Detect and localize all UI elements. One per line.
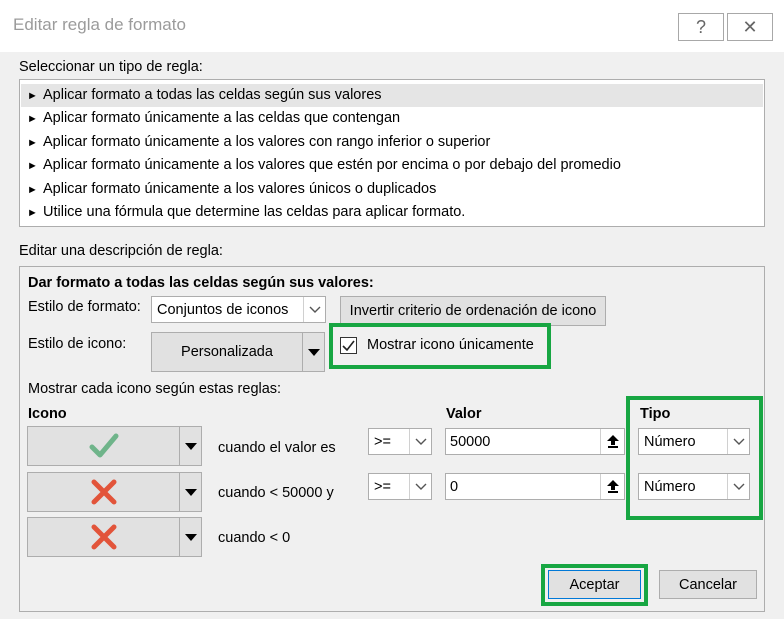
description-heading: Editar una descripción de regla: xyxy=(19,243,223,259)
caret-down-icon xyxy=(179,427,201,465)
operator-select-row-1[interactable]: >= xyxy=(368,428,432,455)
format-style-label: Estilo de formato: xyxy=(28,299,141,315)
condition-row-3: cuando < 0 xyxy=(218,530,291,546)
icon-style-select[interactable]: Personalizada xyxy=(151,332,325,372)
chevron-down-icon xyxy=(409,429,431,454)
icon-select-row-2[interactable] xyxy=(27,472,202,512)
rule-type-heading: Seleccionar un tipo de regla: xyxy=(19,59,203,75)
close-icon: ✕ xyxy=(742,16,758,37)
chevron-down-icon xyxy=(303,297,325,322)
caret-down-icon xyxy=(179,473,201,511)
rule-type-item-label: Aplicar formato a todas las celdas según… xyxy=(43,87,382,103)
rule-type-item-label: Aplicar formato únicamente a los valores… xyxy=(43,157,621,173)
ok-button[interactable]: Aceptar xyxy=(548,570,641,599)
operator-select-row-2[interactable]: >= xyxy=(368,473,432,500)
window-title: Editar regla de formato xyxy=(13,15,186,34)
icon-style-label: Estilo de icono: xyxy=(28,336,127,352)
condition-row-1: cuando el valor es xyxy=(218,440,336,456)
chevron-down-icon xyxy=(727,474,749,499)
value-input-row-2[interactable]: 0 xyxy=(445,473,625,500)
show-icon-only-label: Mostrar icono únicamente xyxy=(367,337,534,353)
type-select-row-1[interactable]: Número xyxy=(638,428,750,455)
caret-down-icon xyxy=(302,333,324,371)
red-x-icon xyxy=(91,479,116,505)
operator-value: >= xyxy=(374,478,391,495)
condition-row-2: cuando < 50000 y xyxy=(218,485,334,501)
arrow-right-icon: ► xyxy=(27,90,38,102)
reverse-icon-order-button[interactable]: Invertir criterio de ordenación de icono xyxy=(340,296,606,326)
rule-type-item[interactable]: ► Aplicar formato únicamente a los valore… xyxy=(21,131,763,154)
icon-select-row-1[interactable] xyxy=(27,426,202,466)
red-x-icon xyxy=(91,524,116,550)
arrow-right-icon: ► xyxy=(27,137,38,149)
rule-type-item-label: Aplicar formato únicamente a los valores… xyxy=(43,181,437,197)
rule-type-item-label: Utilice una fórmula que determine las ce… xyxy=(43,204,466,220)
help-button[interactable]: ? xyxy=(678,13,724,41)
value-text: 0 xyxy=(450,478,459,495)
rule-type-item[interactable]: ► Aplicar formato a todas las celdas segú… xyxy=(21,84,763,107)
format-style-value: Conjuntos de iconos xyxy=(157,301,289,318)
arrow-right-icon: ► xyxy=(27,160,38,172)
range-select-icon[interactable] xyxy=(600,429,624,454)
green-check-icon xyxy=(89,433,118,458)
arrow-right-icon: ► xyxy=(27,184,38,196)
rule-type-item[interactable]: ► Utilice una fórmula que determine las c… xyxy=(21,201,763,224)
close-button[interactable]: ✕ xyxy=(727,13,773,41)
group-title: Dar formato a todas las celdas según sus… xyxy=(28,275,374,291)
arrow-right-icon: ► xyxy=(27,207,38,219)
format-style-select[interactable]: Conjuntos de iconos xyxy=(151,296,326,323)
rule-type-item[interactable]: ► Aplicar formato únicamente a las celdas… xyxy=(21,107,763,130)
chevron-down-icon xyxy=(727,429,749,454)
operator-value: >= xyxy=(374,433,391,450)
value-input-row-1[interactable]: 50000 xyxy=(445,428,625,455)
column-header-icon: Icono xyxy=(28,406,67,422)
type-value: Número xyxy=(644,433,696,450)
rule-type-item-label: Aplicar formato únicamente a las celdas … xyxy=(43,110,401,126)
help-icon: ? xyxy=(695,16,706,37)
rule-type-item[interactable]: ► Aplicar formato únicamente a los valore… xyxy=(21,178,763,201)
arrow-right-icon: ► xyxy=(27,113,38,125)
rule-type-item-label: Aplicar formato únicamente a los valores… xyxy=(43,134,491,150)
value-text: 50000 xyxy=(450,433,491,450)
icon-style-value: Personalizada xyxy=(181,344,273,360)
cancel-button[interactable]: Cancelar xyxy=(659,570,757,599)
caret-down-icon xyxy=(179,518,201,556)
rule-type-list[interactable]: ► Aplicar formato a todas las celdas segú… xyxy=(19,79,765,227)
column-header-type: Tipo xyxy=(640,406,671,422)
chevron-down-icon xyxy=(409,474,431,499)
show-icon-only-checkbox[interactable] xyxy=(340,337,357,354)
rule-type-item[interactable]: ► Aplicar formato únicamente a los valore… xyxy=(21,154,763,177)
icon-select-row-3[interactable] xyxy=(27,517,202,557)
type-select-row-2[interactable]: Número xyxy=(638,473,750,500)
rules-intro: Mostrar cada icono según estas reglas: xyxy=(28,381,282,397)
column-header-value: Valor xyxy=(446,406,482,422)
type-value: Número xyxy=(644,478,696,495)
range-select-icon[interactable] xyxy=(600,474,624,499)
